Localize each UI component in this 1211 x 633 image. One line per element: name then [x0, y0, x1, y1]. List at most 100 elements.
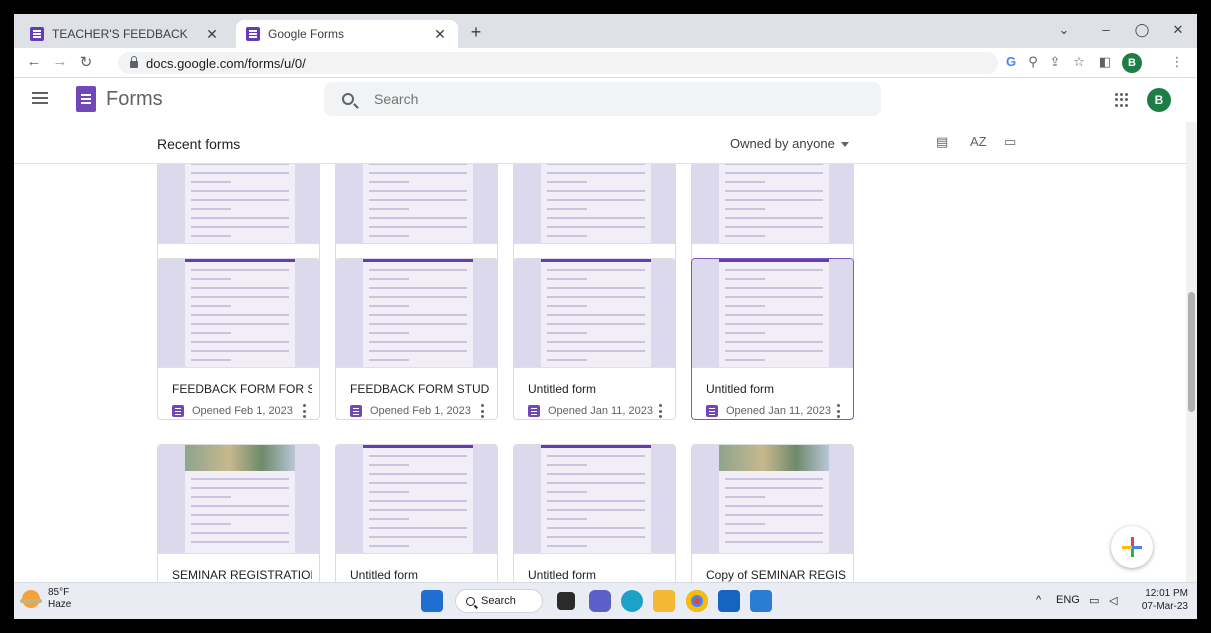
- form-card[interactable]: Untitled formOpened Jan 11, 2023: [513, 444, 676, 582]
- reload-icon[interactable]: ↻: [76, 53, 96, 71]
- form-title: Copy of SEMINAR REGIST...: [706, 568, 846, 582]
- windows-taskbar: 85°F Haze Search ^ ENG ▭ ◁ 12:01 PM 07-M…: [14, 582, 1197, 619]
- search-icon: [466, 596, 475, 606]
- page-scrollbar[interactable]: [1186, 122, 1197, 582]
- google-apps-icon[interactable]: [1115, 93, 1129, 107]
- network-icon[interactable]: ▭: [1089, 594, 1099, 607]
- taskbar-search-label: Search: [481, 595, 516, 607]
- taskbar-search[interactable]: Search: [455, 589, 543, 613]
- sort-az-icon[interactable]: AZ: [970, 134, 987, 149]
- tab-search-icon[interactable]: ⌄: [1054, 22, 1074, 38]
- tab-teachers-feedback[interactable]: TEACHER'S FEEDBACK ✕: [20, 20, 230, 48]
- list-view-icon[interactable]: ▤: [936, 134, 948, 150]
- form-thumbnail[interactable]: [336, 259, 497, 368]
- restore-button[interactable]: ◯: [1132, 22, 1152, 38]
- form-preview: [719, 471, 829, 553]
- chrome-menu-icon[interactable]: ⋮: [1168, 54, 1186, 70]
- temperature: 85°F: [48, 587, 70, 598]
- form-opened-date: Opened Jan 11, 2023: [548, 405, 653, 417]
- owner-filter-label: Owned by anyone: [730, 136, 835, 151]
- form-card[interactable]: FEEDBACK FORM FOR ST... Opened Feb 1, 202…: [157, 258, 320, 420]
- weather-condition: Haze: [48, 599, 72, 610]
- task-view-icon[interactable]: [557, 592, 575, 610]
- search-input[interactable]: [374, 91, 774, 107]
- address-bar[interactable]: docs.google.com/forms/u/0/: [118, 52, 998, 74]
- close-window-button[interactable]: ✕: [1168, 22, 1188, 38]
- form-thumbnail[interactable]: [692, 164, 853, 244]
- account-avatar[interactable]: B: [1147, 88, 1171, 112]
- zoom-icon[interactable]: ⚲: [1024, 54, 1042, 70]
- side-panel-icon[interactable]: ◧: [1096, 54, 1114, 70]
- close-tab-icon[interactable]: ✕: [204, 26, 220, 43]
- screen: TEACHER'S FEEDBACK ✕ Google Forms ✕ + ⌄ …: [14, 14, 1197, 619]
- form-thumbnail[interactable]: [514, 445, 675, 554]
- main-menu-icon[interactable]: [32, 92, 48, 104]
- search-icon[interactable]: [342, 93, 354, 105]
- form-thumbnail[interactable]: [336, 164, 497, 244]
- form-thumbnail[interactable]: [514, 164, 675, 244]
- form-thumbnail[interactable]: [158, 164, 319, 244]
- form-opened-date: Opened Jan 11, 2023: [726, 405, 831, 417]
- app-title[interactable]: Forms: [106, 88, 163, 111]
- browser-profile-avatar[interactable]: B: [1122, 53, 1142, 73]
- form-preview: [363, 259, 473, 367]
- weather-widget[interactable]: 85°F Haze: [20, 587, 72, 611]
- edge-browser-icon[interactable]: [621, 590, 643, 612]
- minimize-button[interactable]: –: [1096, 22, 1116, 37]
- windows-start-icon[interactable]: [421, 590, 443, 612]
- form-card[interactable]: Untitled formOpened Jan 11, 2023: [513, 258, 676, 420]
- form-thumbnail[interactable]: [336, 445, 497, 554]
- form-preview: [541, 259, 651, 367]
- form-title: FEEDBACK FORM STUDE...: [350, 382, 490, 396]
- forward-icon[interactable]: →: [50, 53, 70, 70]
- form-preview: [185, 259, 295, 367]
- share-icon[interactable]: ⇪: [1046, 54, 1064, 70]
- form-opened-date: Opened Feb 1, 2023: [192, 405, 293, 417]
- recent-forms-bar: Recent forms Owned by anyone ▤ AZ ▭: [14, 122, 1186, 164]
- form-thumbnail[interactable]: [158, 445, 319, 554]
- tab-strip: TEACHER'S FEEDBACK ✕ Google Forms ✕ + ⌄ …: [14, 14, 1197, 48]
- form-thumbnail[interactable]: [692, 445, 853, 554]
- more-options-icon[interactable]: [658, 404, 662, 418]
- form-thumbnail[interactable]: [692, 259, 853, 368]
- folder-icon[interactable]: ▭: [1004, 134, 1016, 150]
- more-options-icon[interactable]: [480, 404, 484, 418]
- form-card[interactable]: SEMINAR REGISTRATION ...Opened Jan 11, 2…: [157, 444, 320, 582]
- teams-chat-icon[interactable]: [589, 590, 611, 612]
- system-clock[interactable]: 12:01 PM 07-Mar-23: [1126, 587, 1188, 613]
- form-preview: [541, 164, 651, 243]
- volume-muted-icon[interactable]: ◁: [1109, 594, 1117, 607]
- tab-label: TEACHER'S FEEDBACK: [52, 27, 188, 41]
- close-tab-icon[interactable]: ✕: [432, 26, 448, 43]
- form-card[interactable]: Untitled formOpened Jan 11, 2023: [335, 444, 498, 582]
- google-lens-icon[interactable]: G: [1002, 54, 1020, 69]
- create-form-button[interactable]: [1111, 526, 1153, 568]
- form-meta: Opened Jan 11, 2023: [528, 403, 675, 419]
- show-hidden-icons-icon[interactable]: ^: [1036, 594, 1041, 606]
- file-explorer-icon[interactable]: [653, 590, 675, 612]
- forms-favicon-icon: [246, 27, 260, 41]
- scrollbar-thumb[interactable]: [1188, 292, 1195, 412]
- form-thumbnail[interactable]: [514, 259, 675, 368]
- word-icon[interactable]: [750, 590, 772, 612]
- form-card[interactable]: FEEDBACK FORM STUDE... Opened Feb 1, 2023: [335, 258, 498, 420]
- tab-google-forms[interactable]: Google Forms ✕: [236, 20, 458, 48]
- search-bar[interactable]: [324, 82, 881, 116]
- chrome-icon[interactable]: [686, 590, 708, 612]
- form-preview: [363, 445, 473, 553]
- new-tab-button[interactable]: +: [466, 22, 486, 43]
- bookmark-star-icon[interactable]: ☆: [1070, 54, 1088, 70]
- forms-logo-icon[interactable]: [76, 86, 96, 112]
- more-options-icon[interactable]: [302, 404, 306, 418]
- form-card[interactable]: Untitled formOpened Jan 11, 2023: [691, 258, 854, 420]
- forms-grid: Copy of Republic day & Sr...Opened Feb 4…: [14, 164, 1186, 582]
- recent-forms-title: Recent forms: [157, 136, 241, 152]
- more-options-icon[interactable]: [836, 404, 840, 418]
- forms-file-icon: [350, 405, 362, 417]
- language-indicator[interactable]: ENG: [1056, 594, 1080, 606]
- owner-filter-dropdown[interactable]: Owned by anyone: [730, 136, 849, 151]
- mail-icon[interactable]: [718, 590, 740, 612]
- back-icon[interactable]: ←: [24, 53, 44, 70]
- form-card[interactable]: Copy of SEMINAR REGIST...Opened Jan 11, …: [691, 444, 854, 582]
- form-thumbnail[interactable]: [158, 259, 319, 368]
